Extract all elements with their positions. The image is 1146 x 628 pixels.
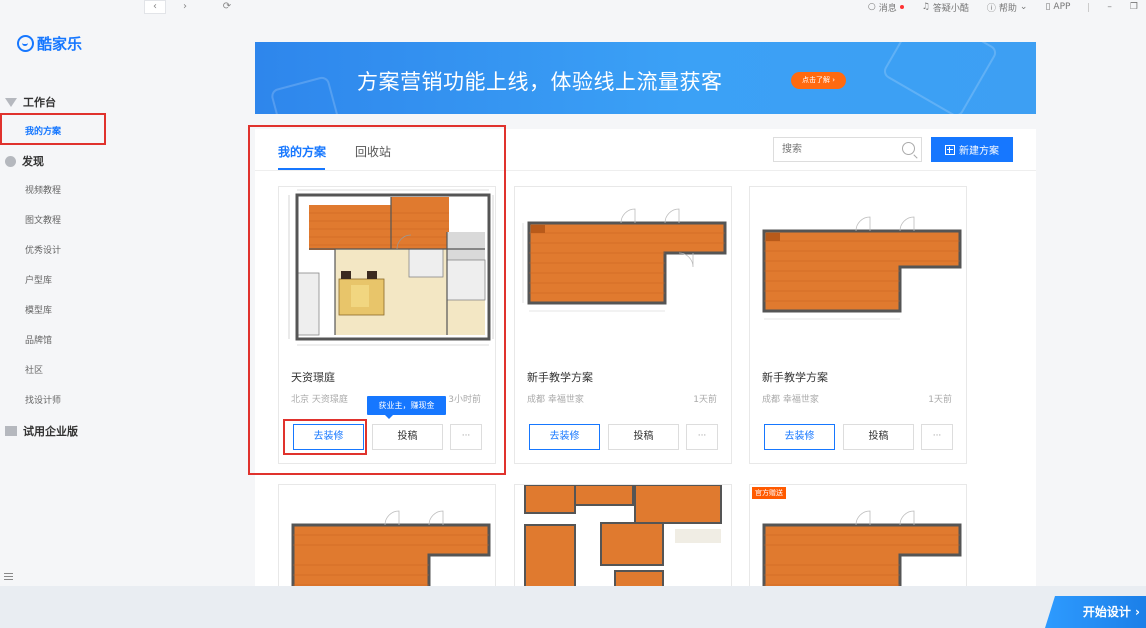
forward-button[interactable]: › [174, 0, 196, 14]
phone-icon: ▯ [1045, 2, 1051, 12]
sidebar-item-video-tutorials[interactable]: 视频教程 [25, 183, 61, 196]
help-label: 帮助 [998, 3, 1017, 14]
plan-card[interactable]: 官方赠送 [749, 484, 967, 594]
sidebar-item-excellent-designs[interactable]: 优秀设计 [25, 243, 61, 256]
sidebar-item-find-designer[interactable]: 找设计师 [25, 393, 61, 406]
search-input[interactable] [774, 138, 894, 160]
discover-icon [5, 155, 16, 167]
help-bot-button[interactable]: ♫ 答疑小酷 [922, 1, 969, 14]
plan-timestamp: 1天前 [928, 395, 952, 405]
top-actions: ○ 消息 ♫ 答疑小酷 ⓘ 帮助 ⌄ ▯ APP – ❐ [868, 0, 1138, 14]
sidebar-item-model-library[interactable]: 模型库 [25, 303, 52, 316]
official-gift-badge: 官方赠送 [752, 487, 786, 499]
sidebar-group-discover[interactable]: 发现 [5, 153, 44, 169]
sidebar-group-label: 工作台 [23, 96, 56, 109]
banner-decoration [269, 75, 341, 114]
plan-title: 新手教学方案 [527, 371, 593, 384]
plan-timestamp: 1天前 [693, 395, 717, 405]
plan-card[interactable] [278, 484, 496, 594]
floorplan-thumbnail[interactable] [750, 187, 966, 357]
decorate-button[interactable]: 去装修 [529, 424, 600, 450]
plan-card[interactable]: 新手教学方案 成都 幸福世家 1天前 去装修 投稿 ··· [514, 186, 732, 464]
back-button[interactable]: ‹ [144, 0, 166, 14]
logo-icon [17, 35, 34, 52]
sidebar: 酷家乐 工作台 我的方案 发现 视频教程 图文教程 优秀设计 户型库 模型库 品… [0, 16, 110, 586]
bottom-bar [0, 586, 1146, 628]
plan-card[interactable] [514, 484, 732, 594]
menu-icon[interactable] [4, 573, 13, 580]
help-button[interactable]: ⓘ 帮助 ⌄ [987, 1, 1028, 14]
submit-button[interactable]: 投稿 [843, 424, 914, 450]
search-box [773, 137, 922, 162]
logo-text: 酷家乐 [37, 35, 83, 53]
sidebar-group-workbench[interactable]: 工作台 [5, 94, 56, 110]
sidebar-item-community[interactable]: 社区 [25, 363, 43, 376]
decorate-button[interactable]: 去装修 [764, 424, 835, 450]
highlight-box-decorate [283, 419, 367, 455]
app-label: APP [1053, 2, 1071, 12]
highlight-box-my-plans [0, 113, 106, 145]
sidebar-item-brand-hall[interactable]: 品牌馆 [25, 333, 52, 346]
workbench-icon [5, 97, 17, 107]
app-button[interactable]: ▯ APP [1045, 2, 1070, 12]
plan-card[interactable]: 新手教学方案 成都 幸福世家 1天前 去装修 投稿 ··· [749, 186, 967, 464]
more-button[interactable]: ··· [921, 424, 953, 450]
more-button[interactable]: ··· [686, 424, 718, 450]
search-icon[interactable] [902, 142, 915, 155]
sidebar-item-text-tutorials[interactable]: 图文教程 [25, 213, 61, 226]
plus-icon [945, 144, 955, 155]
plan-location: 成都 幸福世家 [527, 395, 584, 405]
help-bot-label: 答疑小酷 [932, 3, 969, 14]
refresh-button[interactable]: ⟳ [216, 0, 238, 14]
unread-dot [899, 5, 904, 9]
info-icon: ⓘ [986, 3, 996, 14]
plan-title: 新手教学方案 [762, 371, 828, 384]
floorplan-thumbnail[interactable] [279, 485, 496, 594]
restore-button[interactable]: ❐ [1130, 2, 1138, 12]
floorplan-thumbnail[interactable] [750, 485, 967, 594]
messages-button[interactable]: ○ 消息 [868, 1, 904, 14]
banner-text: 方案营销功能上线，体验线上流量获客 [357, 70, 723, 94]
sidebar-item-floorplan-library[interactable]: 户型库 [25, 273, 52, 286]
minimize-button[interactable]: – [1107, 2, 1112, 12]
building-icon [5, 426, 17, 436]
submit-tooltip: 获业主，赚现金 [367, 396, 446, 419]
top-bar: ‹ › ⟳ ○ 消息 ♫ 答疑小酷 ⓘ 帮助 ⌄ ▯ APP – ❐ [0, 0, 1146, 16]
floorplan-thumbnail[interactable] [515, 485, 732, 594]
chevron-down-icon: ⌄ [1019, 2, 1028, 12]
logo[interactable]: 酷家乐 [17, 33, 82, 54]
sidebar-group-label: 发现 [22, 155, 44, 168]
sidebar-group-label: 试用企业版 [23, 425, 78, 438]
promo-banner[interactable]: 方案营销功能上线，体验线上流量获客 点击了解 › [255, 42, 1036, 114]
plan-location: 成都 幸福世家 [762, 395, 819, 405]
sidebar-group-enterprise[interactable]: 试用企业版 [5, 423, 78, 439]
divider [1088, 2, 1090, 12]
submit-button[interactable]: 投稿 [608, 424, 679, 450]
banner-learn-more-button[interactable]: 点击了解 › [791, 72, 846, 89]
start-design-button[interactable]: 开始设计 › [1045, 596, 1146, 628]
banner-decoration [881, 42, 999, 114]
headset-icon: ♫ [921, 2, 930, 12]
new-plan-button[interactable]: 新建方案 [931, 137, 1013, 162]
new-plan-label: 新建方案 [959, 146, 999, 157]
floorplan-thumbnail[interactable] [515, 187, 731, 357]
messages-label: 消息 [878, 3, 897, 14]
bell-icon: ○ [867, 2, 876, 12]
